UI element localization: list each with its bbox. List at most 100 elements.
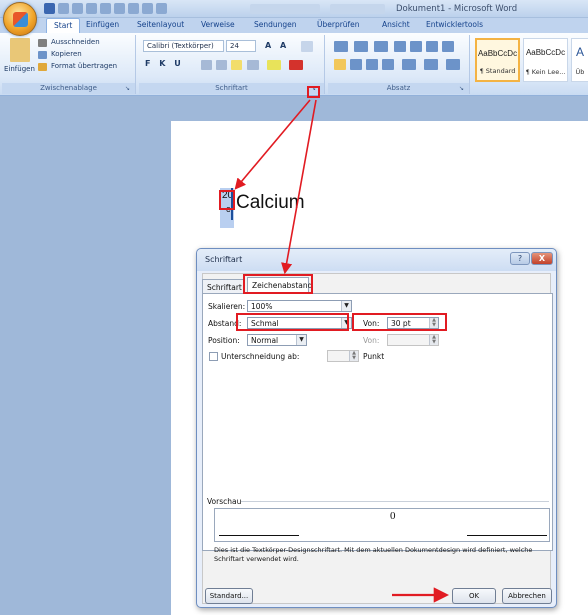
tab-ueberpruefen[interactable]: Überprüfen [317, 20, 360, 29]
justify-icon[interactable] [382, 59, 394, 70]
open-icon[interactable] [128, 3, 139, 14]
clipboard-launcher-icon[interactable]: ↘ [125, 85, 132, 92]
shading-icon[interactable] [424, 59, 438, 70]
default-button[interactable]: Standard... [205, 588, 253, 604]
new-document-icon[interactable] [86, 3, 97, 14]
paragraph-group-label: Absatz [328, 83, 469, 94]
clear-format-icon[interactable] [301, 41, 313, 52]
spinner-arrows-icon[interactable]: ▲ ▼ [429, 335, 438, 345]
multilevel-list-icon[interactable] [374, 41, 388, 52]
style-no-spacing[interactable]: AaBbCcDc ¶ Kein Lee... [523, 38, 568, 82]
position-by-label: Von: [363, 336, 380, 345]
clipboard-group: Einfügen Ausschneiden Kopieren Format üb… [2, 35, 136, 94]
spacing-highlight-box [236, 313, 349, 331]
highlight-icon[interactable] [267, 60, 281, 70]
tab-ansicht[interactable]: Ansicht [382, 20, 410, 29]
ok-button[interactable]: OK [452, 588, 496, 604]
kerning-checkbox[interactable] [209, 352, 218, 361]
subscript-icon[interactable] [216, 60, 227, 70]
sort-icon[interactable] [426, 41, 438, 52]
save-icon[interactable] [44, 3, 55, 14]
numbering-icon[interactable] [354, 41, 368, 52]
chevron-down-icon: ▼ [341, 301, 351, 311]
help-button[interactable]: ? [510, 252, 530, 265]
office-button[interactable] [3, 2, 37, 36]
kerning-spinner[interactable]: ▲ ▼ [327, 350, 359, 362]
position-select[interactable]: Normal ▼ [247, 334, 307, 346]
borders-icon[interactable] [446, 59, 460, 70]
spinner-arrows-icon[interactable]: ▲ ▼ [349, 351, 358, 361]
style-heading-name: Üb [575, 68, 585, 76]
paste-icon[interactable] [10, 38, 30, 62]
paragraph-group: Absatz ↘ [328, 35, 470, 94]
align-right-icon[interactable] [366, 59, 378, 70]
close-button[interactable]: X [531, 252, 553, 265]
undo-icon[interactable] [58, 3, 69, 14]
tab-highlight-box [243, 274, 313, 294]
spacing-by-highlight-box [352, 313, 447, 331]
cancel-button[interactable]: Abbrechen [502, 588, 552, 604]
spelling-icon[interactable] [142, 3, 153, 14]
format-painter-button[interactable]: Format übertragen [51, 62, 117, 70]
style-standard-name: ¶ Standard [479, 67, 516, 75]
font-note: Dies ist die Textkörper-Designschriftart… [214, 546, 533, 563]
font-dialog: Schriftart ? X Schriftart Skalieren: 100… [196, 248, 557, 608]
ribbon: Einfügen Ausschneiden Kopieren Format üb… [0, 33, 588, 96]
scale-value: 100% [251, 302, 273, 311]
tab-seitenlayout[interactable]: Seitenlayout [137, 20, 184, 29]
doc-word: Calcium [236, 192, 305, 213]
superscript-icon[interactable] [231, 60, 242, 70]
redo-icon[interactable] [72, 3, 83, 14]
tab-start[interactable]: Start [46, 18, 81, 33]
font-size-combo[interactable]: 24 [226, 40, 256, 52]
style-heading[interactable]: A Üb [571, 38, 588, 82]
position-label: Position: [208, 336, 240, 345]
preview-baseline-right [467, 535, 547, 536]
style-standard-sample: AaBbCcDc [477, 49, 518, 58]
line-spacing-icon[interactable] [402, 59, 416, 70]
title-bar: Dokument1 - Microsoft Word [0, 0, 588, 18]
preview-icon[interactable] [114, 3, 125, 14]
print-icon[interactable] [100, 3, 111, 14]
preview-baseline-left [219, 535, 299, 536]
decrease-indent-icon[interactable] [394, 41, 406, 52]
office-logo-icon [13, 12, 28, 27]
tab-einfuegen[interactable]: Einfügen [86, 20, 119, 29]
bold-italic-underline-icons[interactable]: F K U [145, 59, 184, 71]
paste-label[interactable]: Einfügen [4, 65, 35, 73]
strikethrough-icon[interactable] [201, 60, 212, 70]
style-no-spacing-sample: AaBbCcDc [525, 48, 566, 57]
customize-qat-icon[interactable] [156, 3, 167, 14]
align-center-icon[interactable] [350, 59, 362, 70]
font-name-combo[interactable]: Calibri (Textkörper) [143, 40, 224, 52]
position-by-spinner[interactable]: ▲ ▼ [387, 334, 439, 346]
tab-schriftart[interactable]: Schriftart [202, 279, 245, 293]
tab-sendungen[interactable]: Sendungen [254, 20, 297, 29]
tab-entwicklertools[interactable]: Entwicklertools [426, 20, 483, 29]
grow-shrink-font-icons[interactable]: A A [265, 41, 289, 53]
kerning-unit: Punkt [363, 352, 385, 361]
style-standard[interactable]: AaBbCcDc ¶ Standard [475, 38, 520, 82]
cut-button[interactable]: Ausschneiden [51, 38, 100, 46]
bullets-icon[interactable] [334, 41, 348, 52]
dialog-title-bar: Schriftart ? X [197, 249, 556, 271]
change-case-icon[interactable] [247, 60, 259, 70]
dialog-title: Schriftart [205, 255, 243, 264]
preview-label: Vorschau [207, 497, 242, 506]
clipboard-group-label: Zwischenablage [2, 83, 135, 94]
copy-button[interactable]: Kopieren [51, 50, 82, 58]
window-title: Dokument1 - Microsoft Word [396, 4, 518, 14]
scale-select[interactable]: 100% ▼ [247, 300, 352, 312]
tab-verweise[interactable]: Verweise [201, 20, 235, 29]
scissors-icon [38, 39, 47, 47]
style-heading-sample: A [575, 45, 584, 59]
preview-char: 0 [390, 510, 396, 522]
ribbon-tabs: Start Einfügen Seitenlayout Verweise Sen… [0, 18, 588, 33]
show-marks-icon[interactable] [442, 41, 454, 52]
font-color-icon[interactable] [289, 60, 303, 70]
position-value: Normal [251, 336, 279, 345]
copy-icon [38, 51, 47, 59]
paragraph-launcher-icon[interactable]: ↘ [459, 85, 466, 92]
align-left-icon[interactable] [334, 59, 346, 70]
increase-indent-icon[interactable] [410, 41, 422, 52]
